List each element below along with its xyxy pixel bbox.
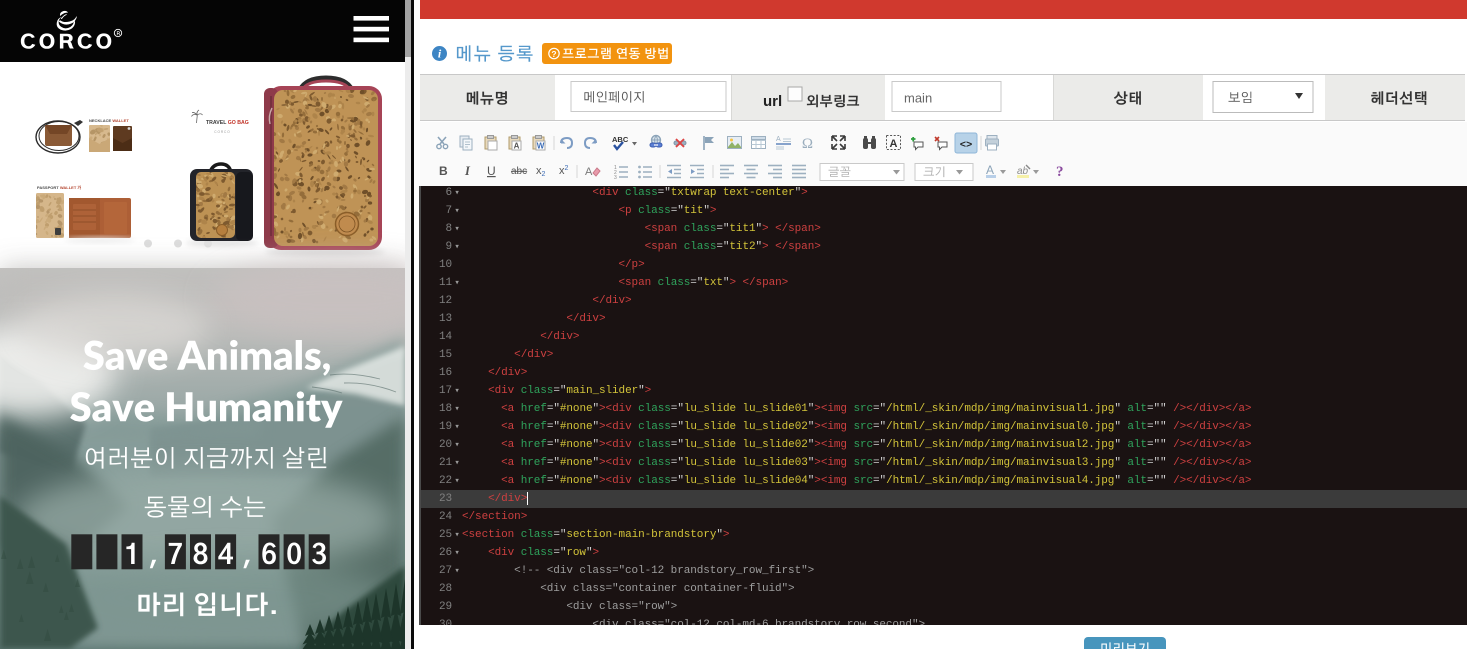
svg-text:A: A <box>986 163 994 177</box>
svg-text:A: A <box>890 138 898 150</box>
svg-text:A: A <box>585 166 593 178</box>
svg-text:A: A <box>776 136 781 143</box>
svg-text:main: main <box>904 91 932 106</box>
svg-text:ABC: ABC <box>612 135 629 144</box>
svg-text:abc: abc <box>511 166 527 177</box>
svg-text:<>: <> <box>960 140 973 152</box>
svg-text:Ω: Ω <box>802 136 813 152</box>
svg-text:?: ? <box>1056 164 1064 180</box>
svg-text:A: A <box>514 142 520 151</box>
svg-text:U: U <box>487 164 496 178</box>
svg-text:I: I <box>464 164 471 178</box>
svg-text:url: url <box>763 93 782 110</box>
svg-text:x2: x2 <box>536 165 546 178</box>
svg-text:x2: x2 <box>559 165 569 177</box>
svg-text:W: W <box>537 142 545 151</box>
svg-text:B: B <box>439 164 448 178</box>
svg-text:?: ? <box>551 49 556 59</box>
svg-text:3: 3 <box>614 175 617 181</box>
